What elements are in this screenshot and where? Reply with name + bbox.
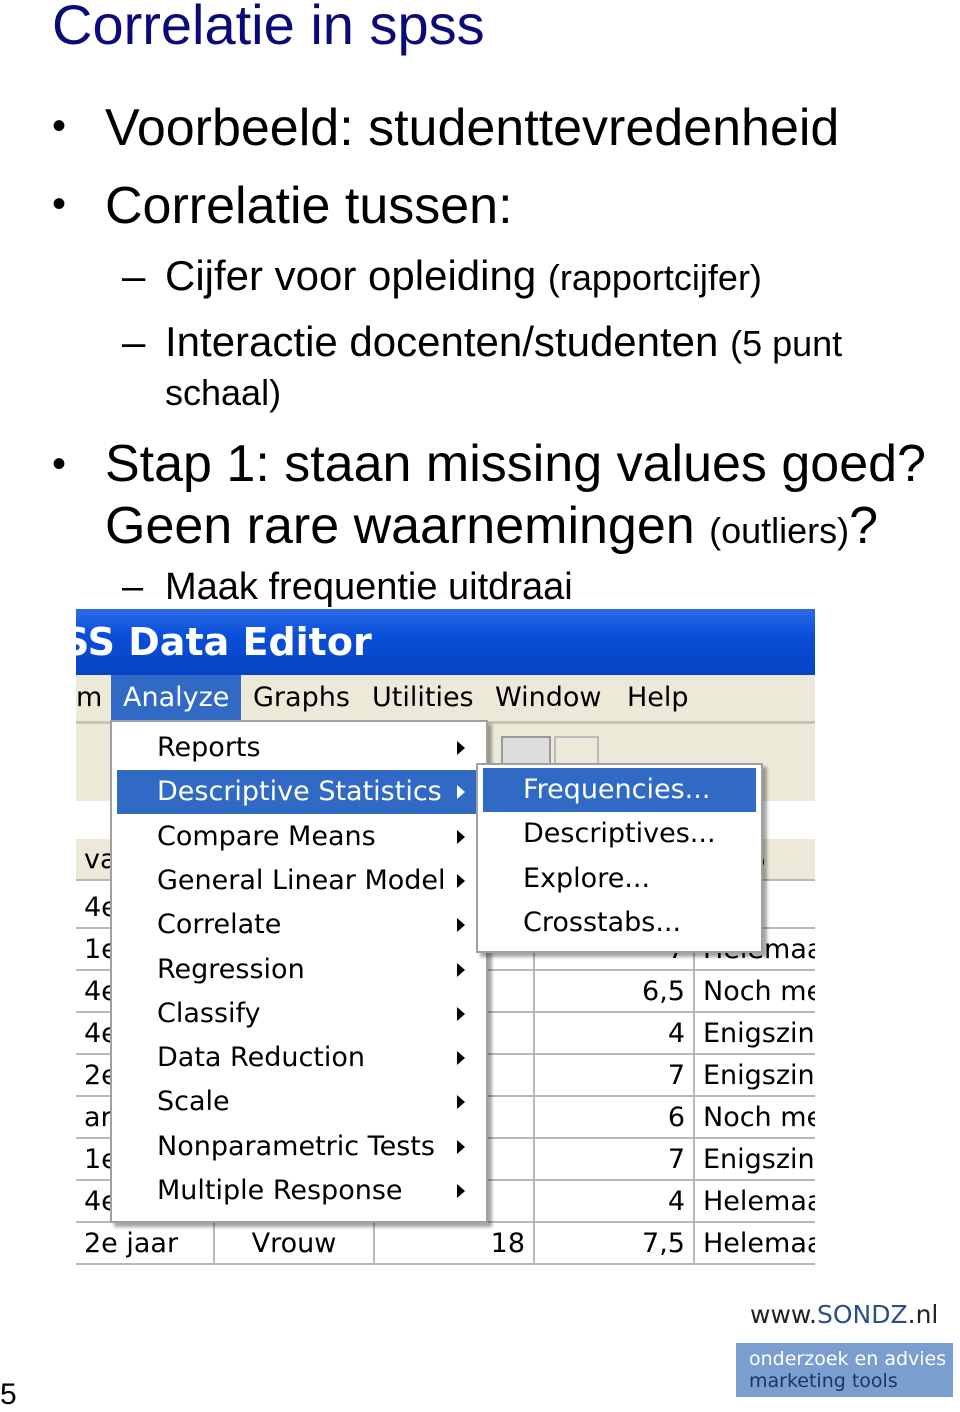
menu-item-label: Nonparametric Tests xyxy=(157,1130,435,1162)
menu-help[interactable]: Help xyxy=(615,675,701,721)
menu-item-label: Reports xyxy=(157,732,261,763)
subbullet-text: Maak frequentie uitdraai xyxy=(165,566,573,608)
submenu-arrow-icon xyxy=(457,741,465,755)
subbullet-text: Interactie docenten/studenten xyxy=(165,318,719,365)
menu-item-descriptive-statistics[interactable]: Descriptive Statistics xyxy=(117,770,481,815)
submenu-item-crosstabs[interactable]: Crosstabs... xyxy=(483,901,756,945)
bullet-text: Stap 1: staan missing values goed? xyxy=(105,435,926,493)
grid-cell[interactable]: 7 xyxy=(535,1055,695,1097)
spss-screenshot: SS Data Editor m Analyze Graphs Utilitie… xyxy=(76,609,815,1293)
submenu-arrow-icon xyxy=(457,829,465,844)
submenu-arrow-icon xyxy=(457,1051,465,1066)
subbullet-note: (rapportcijfer) xyxy=(547,257,762,298)
grid-cell[interactable]: Helemaa xyxy=(695,1181,815,1223)
grid-cell[interactable]: 6 xyxy=(535,1097,695,1139)
submenu-arrow-icon xyxy=(457,785,465,800)
submenu-item-frequencies[interactable]: Frequencies... xyxy=(483,768,756,812)
logo-url-brand: SONDZ xyxy=(817,1300,908,1329)
menu-transform[interactable]: m xyxy=(76,675,114,721)
bullet-text-cont: Geen rare waarnemingen (outliers)? xyxy=(105,496,878,556)
logo-line1: onderzoek en advies xyxy=(749,1348,947,1370)
window-title: SS Data Editor xyxy=(76,620,372,664)
window-titlebar: SS Data Editor xyxy=(76,609,815,675)
grid-cell[interactable]: 18 xyxy=(375,1223,535,1265)
grid-cell[interactable]: 6,5 xyxy=(535,971,695,1013)
logo-line2: marketing tools xyxy=(749,1370,898,1392)
grid-cell[interactable]: 7,5 xyxy=(535,1223,695,1265)
slide-title: Correlatie in spss xyxy=(52,0,485,56)
menu-item-label: Descriptive Statistics xyxy=(157,776,442,808)
bullet-note: (outliers) xyxy=(709,510,850,551)
menu-item-compare-means[interactable]: Compare Means xyxy=(117,815,481,859)
bullet-dot: • xyxy=(52,104,67,148)
menu-item-multiple-response[interactable]: Multiple Response xyxy=(117,1169,481,1213)
menu-item-reports[interactable]: Reports xyxy=(117,726,481,770)
grid-cell[interactable]: 4 xyxy=(535,1013,695,1055)
subbullet: Interactie docenten/studenten (5 punt xyxy=(165,318,842,366)
menu-item-general-linear-model[interactable]: General Linear Model xyxy=(117,859,481,903)
bullet-dot: • xyxy=(52,442,67,486)
submenu-arrow-icon xyxy=(457,873,465,888)
grid-cell[interactable]: Enigszin xyxy=(695,1139,815,1181)
logo-url: www.SONDZ.nl xyxy=(750,1300,938,1329)
grid-cell[interactable]: Helemaa xyxy=(695,1223,815,1265)
grid-cell[interactable]: Enigszin xyxy=(695,1055,815,1097)
dash: – xyxy=(122,318,146,365)
menu-item-label: Correlate xyxy=(157,909,282,941)
logo-box: onderzoek en advies marketing tools xyxy=(736,1343,953,1397)
menu-item-label: Classify xyxy=(157,997,261,1029)
bullet-tail: ? xyxy=(849,497,879,555)
descriptive-statistics-submenu: Frequencies... Descriptives... Explore... C… xyxy=(476,763,763,953)
menu-item-regression[interactable]: Regression xyxy=(117,948,481,992)
grid-cell[interactable]: Noch me xyxy=(695,1097,815,1139)
menu-window[interactable]: Window xyxy=(483,675,613,721)
subbullet-note-cont: schaal) xyxy=(165,372,282,413)
table-row: 2e jaar Vrouw 18 7,5 Helemaa xyxy=(76,1223,815,1265)
menu-analyze[interactable]: Analyze xyxy=(111,675,242,721)
menu-item-scale[interactable]: Scale xyxy=(117,1080,481,1124)
bullet-dot: • xyxy=(52,182,67,226)
grid-cell[interactable]: Vrouw xyxy=(215,1223,375,1265)
logo-url-suffix: .nl xyxy=(907,1300,939,1329)
bullet-text: Voorbeeld: studenttevredenheid xyxy=(105,99,840,157)
dash: – xyxy=(122,252,146,299)
submenu-arrow-icon xyxy=(457,1139,465,1154)
menu-graphs[interactable]: Graphs xyxy=(241,675,362,721)
menu-item-classify[interactable]: Classify xyxy=(117,992,481,1036)
grid-cell[interactable]: Noch me xyxy=(695,971,815,1013)
menu-item-label: Scale xyxy=(157,1086,230,1118)
submenu-arrow-icon xyxy=(457,962,465,977)
submenu-item-descriptives[interactable]: Descriptives... xyxy=(483,812,756,856)
menu-item-correlate[interactable]: Correlate xyxy=(117,903,481,947)
subbullet: Cijfer voor opleiding (rapportcijfer) xyxy=(165,252,762,300)
logo-url-prefix: www. xyxy=(750,1300,817,1329)
submenu-arrow-icon xyxy=(457,1095,465,1110)
bullet-text2: Geen rare waarnemingen xyxy=(105,497,695,555)
menu-item-label: Data Reduction xyxy=(157,1042,366,1074)
analyze-menu: Reports Descriptive Statistics Compare Mea… xyxy=(110,720,488,1223)
menu-item-label: Multiple Response xyxy=(157,1175,403,1206)
subbullet-text: Cijfer voor opleiding xyxy=(165,252,537,299)
menu-item-data-reduction[interactable]: Data Reduction xyxy=(117,1036,481,1080)
menu-item-label: Compare Means xyxy=(157,820,376,852)
subbullet-note: (5 punt xyxy=(730,323,843,364)
page-number: 5 xyxy=(0,1378,17,1411)
bullet-text: Correlatie tussen: xyxy=(105,177,513,235)
submenu-arrow-icon xyxy=(457,1006,465,1021)
menu-item-label: General Linear Model xyxy=(157,864,446,896)
submenu-arrow-icon xyxy=(457,1184,465,1198)
grid-cell[interactable]: 4 xyxy=(535,1181,695,1223)
submenu-arrow-icon xyxy=(457,918,465,933)
grid-cell[interactable]: 2e jaar xyxy=(76,1223,215,1265)
submenu-item-explore[interactable]: Explore... xyxy=(483,857,756,901)
grid-cell[interactable]: Enigszin xyxy=(695,1013,815,1055)
dash: – xyxy=(122,566,144,608)
grid-cell[interactable]: 7 xyxy=(535,1139,695,1181)
menu-item-label: Regression xyxy=(157,953,305,985)
menu-item-nonparametric-tests[interactable]: Nonparametric Tests xyxy=(117,1125,481,1169)
menu-utilities[interactable]: Utilities xyxy=(360,675,486,721)
menu-bar: m Analyze Graphs Utilities Window Help xyxy=(76,675,815,721)
